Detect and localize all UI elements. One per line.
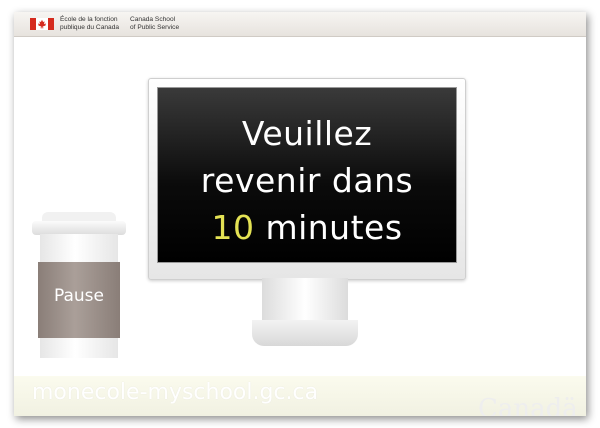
coffee-cup-sleeve: Pause — [38, 262, 120, 338]
break-duration-unit: minutes — [254, 208, 403, 247]
message-line-2: revenir dans — [200, 161, 414, 200]
monitor-screen: Veuillez revenir dans 10 minutes — [157, 87, 457, 263]
canada-wordmark: Canadä — [478, 394, 578, 416]
pause-label: Pause — [54, 286, 104, 306]
message-line-1: Veuillez — [241, 114, 373, 153]
coffee-cup-lid — [32, 221, 126, 235]
monitor: Veuillez revenir dans 10 minutes — [148, 78, 466, 280]
monitor-stand-neck — [262, 278, 348, 324]
message-line-3: 10 minutes — [158, 204, 456, 251]
break-duration-number: 10 — [211, 208, 255, 247]
slide: École de la fonction publique du Canada … — [14, 12, 586, 416]
department-name-french: École de la fonction publique du Canada — [60, 16, 120, 31]
break-message: Veuillez revenir dans 10 minutes — [158, 110, 456, 251]
monitor-stand-base — [252, 320, 358, 346]
department-name-english: Canada School of Public Service — [130, 16, 180, 31]
website-url: monecole-myschool.gc.ca — [32, 380, 319, 405]
footer-bar: monecole-myschool.gc.ca Canadä — [14, 376, 586, 416]
header-bar: École de la fonction publique du Canada … — [14, 12, 586, 37]
canada-flag-icon — [30, 18, 54, 30]
